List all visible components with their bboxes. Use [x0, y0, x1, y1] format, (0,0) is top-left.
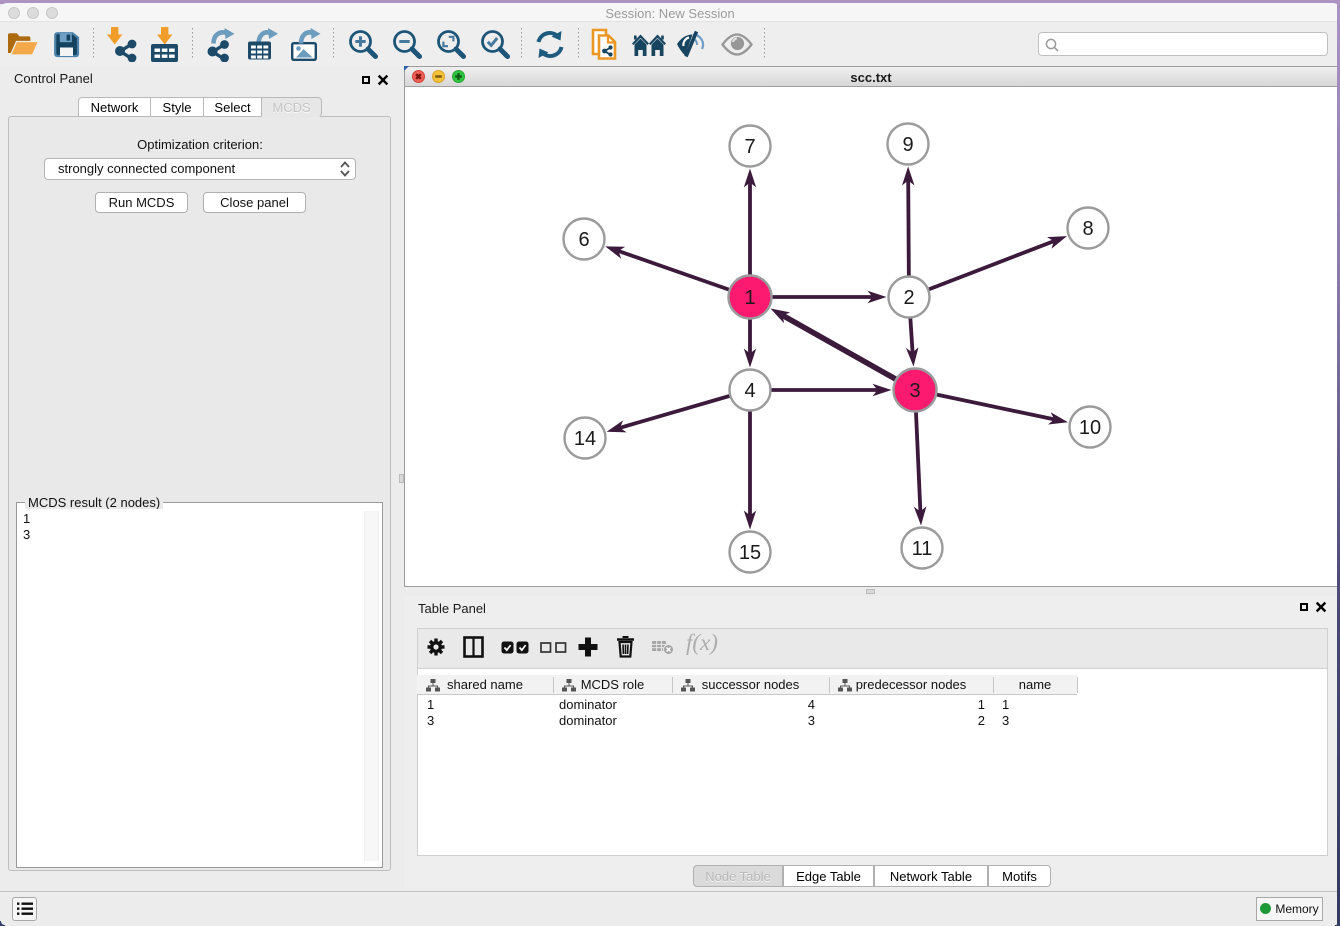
svg-text:14: 14 [574, 428, 596, 450]
svg-text:15: 15 [739, 542, 761, 564]
svg-text:6: 6 [578, 229, 589, 251]
svg-text:4: 4 [744, 380, 755, 402]
svg-text:7: 7 [744, 136, 755, 158]
svg-text:3: 3 [909, 380, 920, 402]
svg-text:1: 1 [744, 287, 755, 309]
svg-text:8: 8 [1082, 218, 1093, 240]
svg-text:11: 11 [912, 538, 933, 560]
svg-text:2: 2 [903, 287, 914, 309]
svg-text:9: 9 [902, 134, 913, 156]
svg-text:10: 10 [1079, 417, 1101, 439]
